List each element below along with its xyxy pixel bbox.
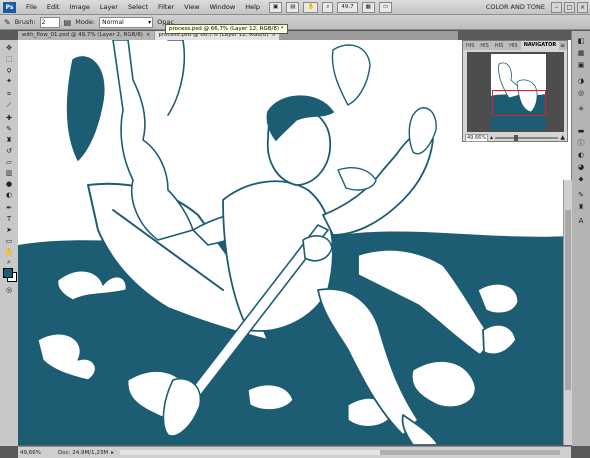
tab-label: with_flow_01.psd @ 49,7% (Layer 2, RGB/8… [22, 32, 143, 38]
type-icon[interactable]: T [4, 215, 14, 224]
menu-help[interactable]: Help [240, 0, 265, 14]
horizontal-scrollbar[interactable] [119, 450, 560, 455]
menu-window[interactable]: Window [205, 0, 241, 14]
blur-icon[interactable]: ● [4, 180, 14, 189]
crop-icon[interactable]: ⌗ [4, 90, 14, 99]
channels-panel-icon[interactable]: ◕ [576, 163, 586, 172]
quick-mask-icon[interactable]: ◎ [4, 286, 14, 295]
zoom-in-icon[interactable]: ▲ [560, 134, 565, 141]
menu-filter[interactable]: Filter [153, 0, 179, 14]
tools-panel: ✥ ⬚ ϙ ✦ ⌗ ⟋ ✚ ✎ ♜ ↺ ▱ ▥ ● ◐ ✒ T ➤ ▭ ✋ ⌕ … [0, 40, 19, 446]
panel-dock: ◧ ▦ ▣ ◑ ◎ ✳ ▬ ⓘ ◐ ◕ ⬥ ✎ ♜ A [571, 31, 590, 446]
gradient-icon[interactable]: ▥ [4, 169, 14, 178]
pen-icon[interactable]: ✒ [4, 204, 14, 213]
photoshop-logo: Ps [3, 1, 16, 13]
clone-stamp-icon[interactable]: ♜ [4, 136, 14, 145]
scrollbar-thumb[interactable] [565, 210, 571, 390]
tab-history[interactable]: HIS [477, 43, 491, 49]
styles-panel-icon[interactable]: ▣ [576, 61, 586, 70]
eraser-icon[interactable]: ▱ [4, 158, 14, 167]
brush-panel-icon[interactable]: ▤ [64, 18, 72, 27]
tab-histogram[interactable]: HIS [463, 43, 477, 49]
layers-panel-icon[interactable]: ◐ [576, 151, 586, 160]
shape-icon[interactable]: ▭ [4, 237, 14, 246]
adjustments-panel-icon[interactable]: ◑ [576, 77, 586, 86]
status-zoom[interactable]: 49,66% [18, 450, 42, 456]
swatches-panel-icon[interactable]: ▦ [576, 49, 586, 58]
navigator-footer: 49,66% ▴ ▲ [465, 133, 565, 142]
eyedropper-icon[interactable]: ⟋ [4, 101, 14, 110]
path-select-icon[interactable]: ➤ [4, 226, 14, 235]
tab-navigator[interactable]: NAVIGATOR [520, 41, 560, 50]
navigator-panel-icon[interactable]: ✳ [576, 105, 586, 114]
magic-wand-icon[interactable]: ✦ [4, 77, 14, 86]
histogram-panel-icon[interactable]: ▬ [576, 127, 586, 136]
foreground-color-swatch[interactable] [3, 268, 13, 278]
info-panel-icon[interactable]: ⓘ [576, 139, 586, 148]
hand-tool-button[interactable]: ✋ [303, 1, 319, 13]
menu-bar: Ps File Edit Image Layer Select Filter V… [0, 0, 590, 15]
zoom-out-icon[interactable]: ▴ [490, 134, 493, 141]
close-icon[interactable]: × [577, 1, 588, 13]
status-menu-icon[interactable]: ▸ [111, 450, 114, 456]
brushes-panel-icon[interactable]: ✎ [576, 191, 586, 200]
character-panel-icon[interactable]: A [576, 217, 586, 226]
arrange-documents-button[interactable]: ▦ [361, 1, 375, 13]
status-doc-size: Doc: 24,9M/1,23M [58, 449, 109, 456]
menu-layer[interactable]: Layer [95, 0, 123, 14]
menu-select[interactable]: Select [123, 0, 153, 14]
zoom-slider[interactable] [495, 134, 559, 141]
bridge-button[interactable]: ▣ [269, 1, 283, 13]
zoom-slider-knob[interactable] [514, 134, 519, 141]
tab-info[interactable]: HIS [492, 43, 506, 49]
tab-layers[interactable]: HIS [506, 43, 520, 49]
menu-file[interactable]: File [21, 0, 42, 14]
dodge-icon[interactable]: ◐ [4, 191, 14, 200]
paths-panel-icon[interactable]: ⬥ [576, 175, 586, 184]
status-bar: 49,66% Doc: 24,9M/1,23M ▸ [18, 446, 571, 458]
marquee-icon[interactable]: ⬚ [4, 55, 14, 64]
hand-icon[interactable]: ✋ [4, 248, 14, 257]
lasso-icon[interactable]: ϙ [4, 66, 14, 75]
zoom-icon[interactable]: ⌕ [4, 258, 14, 267]
zoom-tool-button[interactable]: ⌕ [322, 1, 334, 13]
woman-arm [167, 40, 186, 116]
navigator-panel: HIS HIS HIS HIS NAVIGATOR ≡ 49,66% ▴ ▲ [462, 40, 568, 142]
vertical-scrollbar[interactable] [563, 180, 572, 445]
navigator-preview[interactable] [467, 52, 564, 132]
masks-panel-icon[interactable]: ◎ [576, 89, 586, 98]
tab-tooltip: process.psd @ 66,7% (Layer 12, RGB/8) * [165, 24, 288, 34]
mode-label: Mode: [75, 18, 96, 26]
workspace-switcher[interactable]: COLOR AND TONE [486, 3, 545, 11]
maximize-icon[interactable]: □ [564, 1, 575, 13]
squid [331, 44, 371, 106]
history-brush-icon[interactable]: ↺ [4, 147, 14, 156]
scrollbar-thumb[interactable] [119, 450, 380, 455]
tab-with-flow[interactable]: with_flow_01.psd @ 49,7% (Layer 2, RGB/8… [18, 31, 154, 40]
color-panel-icon[interactable]: ◧ [576, 37, 586, 46]
panel-menu-icon[interactable]: ≡ [560, 42, 565, 49]
mode-select[interactable]: Normal [99, 16, 154, 28]
clone-source-panel-icon[interactable]: ♜ [576, 203, 586, 212]
move-icon[interactable]: ✥ [4, 44, 14, 53]
foot [337, 167, 377, 191]
navigator-zoom-field[interactable]: 49,66% [465, 133, 488, 142]
menu-edit[interactable]: Edit [42, 0, 65, 14]
mini-bridge-button[interactable]: ▤ [286, 1, 300, 13]
navigator-tabs: HIS HIS HIS HIS NAVIGATOR ≡ [463, 41, 567, 50]
options-bar: ✎ Brush: 2 ▤ Mode: Normal Opac [0, 15, 590, 30]
close-icon[interactable]: × [146, 32, 151, 38]
woman-hair [66, 56, 105, 161]
tool-preset-icon[interactable]: ✎ [4, 18, 11, 27]
minimize-icon[interactable]: – [551, 1, 562, 13]
menu-view[interactable]: View [179, 0, 204, 14]
navigator-view-rect[interactable] [492, 90, 546, 116]
brush-label: Brush: [14, 18, 36, 26]
menu-image[interactable]: Image [64, 0, 94, 14]
brush-size-field[interactable]: 2 [39, 16, 60, 28]
healing-icon[interactable]: ✚ [4, 114, 14, 123]
screen-mode-button[interactable]: ▭ [378, 1, 393, 13]
zoom-level-field[interactable]: 49,7 [337, 1, 358, 13]
brush-icon[interactable]: ✎ [4, 125, 14, 134]
